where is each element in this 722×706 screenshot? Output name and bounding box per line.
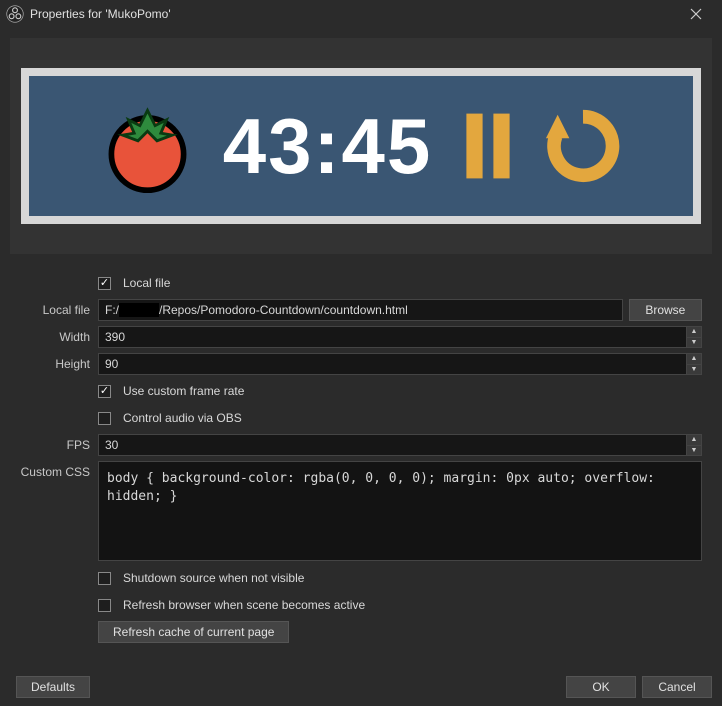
local-file-path-suffix: /Repos/Pomodoro-Countdown/countdown.html [159, 303, 408, 317]
height-spin-down[interactable]: ▼ [687, 365, 701, 375]
local-file-label: Local file [20, 303, 98, 317]
width-label: Width [20, 330, 98, 344]
window-title: Properties for 'MukoPomo' [30, 7, 676, 21]
local-file-input[interactable]: F:/ /Repos/Pomodoro-Countdown/countdown.… [98, 299, 623, 321]
custom-css-label: Custom CSS [20, 461, 98, 479]
properties-form: Local file Local file F:/ /Repos/Pomodor… [10, 254, 712, 658]
fps-input[interactable] [98, 434, 686, 456]
defaults-button[interactable]: Defaults [16, 676, 90, 698]
preview-content: 43:45 [29, 76, 693, 216]
width-input[interactable] [98, 326, 686, 348]
preview-area: 43:45 [10, 38, 712, 254]
close-button[interactable] [676, 0, 716, 28]
local-file-path-prefix: F:/ [105, 303, 119, 317]
redacted-segment [119, 303, 159, 317]
timer-display: 43:45 [223, 101, 433, 192]
pause-icon [460, 110, 516, 182]
shutdown-label[interactable]: Shutdown source when not visible [123, 571, 304, 585]
close-icon [690, 8, 702, 20]
control-audio-checkbox[interactable] [98, 412, 111, 425]
control-audio-label[interactable]: Control audio via OBS [123, 411, 242, 425]
refresh-browser-checkbox[interactable] [98, 599, 111, 612]
cancel-button[interactable]: Cancel [642, 676, 712, 698]
ok-button[interactable]: OK [566, 676, 636, 698]
refresh-browser-label[interactable]: Refresh browser when scene becomes activ… [123, 598, 365, 612]
dialog-footer: Defaults OK Cancel [10, 676, 712, 698]
height-input[interactable] [98, 353, 686, 375]
obs-icon [6, 5, 24, 23]
local-file-checkbox-label[interactable]: Local file [123, 276, 170, 290]
shutdown-checkbox[interactable] [98, 572, 111, 585]
tomato-icon [100, 99, 195, 194]
height-label: Height [20, 357, 98, 371]
preview-frame: 43:45 [21, 68, 701, 224]
custom-framerate-label[interactable]: Use custom frame rate [123, 384, 244, 398]
browse-button[interactable]: Browse [629, 299, 702, 321]
width-spin-down[interactable]: ▼ [687, 338, 701, 348]
refresh-cache-button[interactable]: Refresh cache of current page [98, 621, 289, 643]
custom-css-textarea[interactable] [98, 461, 702, 561]
titlebar: Properties for 'MukoPomo' [0, 0, 722, 28]
reset-icon [544, 107, 622, 185]
local-file-checkbox[interactable] [98, 277, 111, 290]
custom-framerate-checkbox[interactable] [98, 385, 111, 398]
width-spin-up[interactable]: ▲ [687, 327, 701, 338]
fps-label: FPS [20, 438, 98, 452]
fps-spin-up[interactable]: ▲ [687, 435, 701, 446]
height-spin-up[interactable]: ▲ [687, 354, 701, 365]
fps-spin-down[interactable]: ▼ [687, 446, 701, 456]
